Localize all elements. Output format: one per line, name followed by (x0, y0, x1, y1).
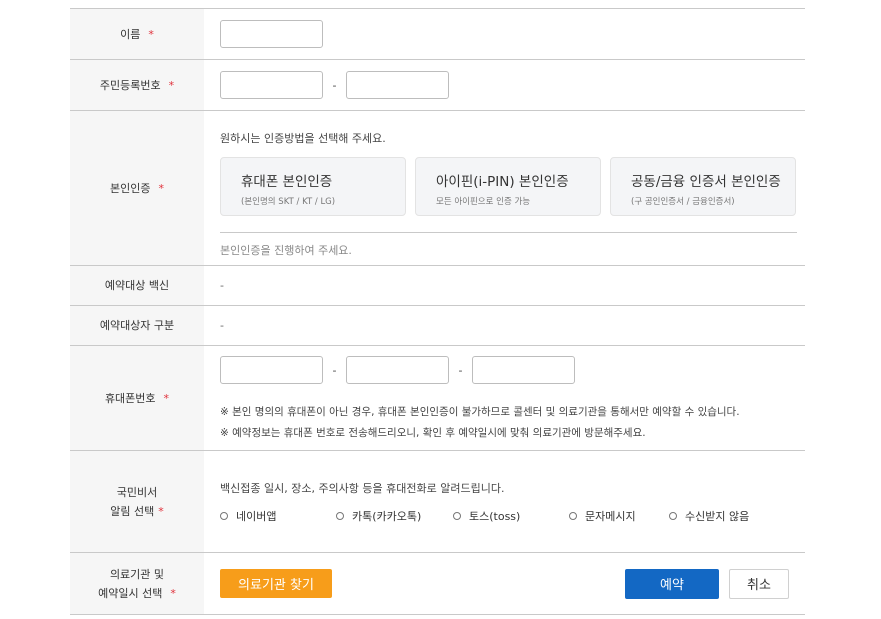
radio-toss[interactable]: 토스(toss) (453, 508, 569, 524)
required-mark: * (170, 586, 176, 600)
radio-circle-icon (220, 511, 228, 520)
phone-label: 휴대폰번호 * (70, 346, 204, 450)
name-input[interactable] (220, 20, 323, 48)
auth-description: 원하시는 인증방법을 선택해 주세요. (220, 132, 386, 145)
radio-circle-icon (336, 511, 344, 520)
certificate-auth-card[interactable]: 공동/금융 인증서 본인인증 (구 공인인증서 / 금융인증서) (610, 157, 796, 216)
phone-part2-input[interactable] (346, 356, 449, 384)
auth-label: 본인인증 * (70, 111, 204, 265)
target-type-label: 예약대상자 구분 (70, 306, 204, 345)
find-hospital-button[interactable]: 의료기관 찾기 (220, 569, 332, 598)
auth-row: 본인인증 * 원하시는 인증방법을 선택해 주세요. 휴대폰 본인인증 (본인명의… (70, 111, 805, 266)
hospital-row: 의료기관 및 예약일시 선택 * 의료기관 찾기 예약 취소 (70, 553, 805, 615)
required-mark: * (168, 78, 175, 92)
required-mark: * (163, 391, 170, 405)
vaccine-row: 예약대상 백신 - (70, 266, 805, 306)
alert-options: 네이버앱 카톡(카카오톡) 토스(toss) 문자메시지 수신받지 않음 (220, 508, 805, 524)
radio-circle-icon (569, 511, 577, 520)
auth-options: 휴대폰 본인인증 (본인명의 SKT / KT / LG) 아이핀(i-PIN)… (220, 157, 797, 216)
hospital-label: 의료기관 및 예약일시 선택 * (70, 553, 204, 614)
rrn-back-input[interactable] (346, 71, 449, 99)
radio-sms[interactable]: 문자메시지 (569, 508, 669, 524)
rrn-row: 주민등록번호 * - (70, 60, 805, 111)
target-type-value: - (220, 319, 224, 332)
radio-no-receive[interactable]: 수신받지 않음 (669, 508, 789, 524)
name-label: 이름 * (70, 9, 204, 59)
target-type-row: 예약대상자 구분 - (70, 306, 805, 346)
name-row: 이름 * (70, 9, 805, 60)
vaccine-value: - (220, 279, 224, 292)
alert-label: 국민비서 알림 선택 * (70, 451, 204, 552)
required-mark: * (158, 504, 164, 518)
radio-kakaotalk[interactable]: 카톡(카카오톡) (336, 508, 453, 524)
ipin-auth-card[interactable]: 아이핀(i-PIN) 본인인증 모든 아이핀으로 인증 가능 (415, 157, 601, 216)
cancel-button[interactable]: 취소 (729, 568, 789, 599)
phone-part1-input[interactable] (220, 356, 323, 384)
phone-auth-card[interactable]: 휴대폰 본인인증 (본인명의 SKT / KT / LG) (220, 157, 406, 216)
required-mark: * (158, 181, 164, 195)
phone-part3-input[interactable] (472, 356, 575, 384)
vaccine-label: 예약대상 백신 (70, 266, 204, 305)
phone-separator: - (332, 363, 337, 377)
phone-notes: ※ 본인 명의의 휴대폰이 아닌 경우, 휴대폰 본인인증이 불가하므로 콜센터… (220, 402, 805, 444)
phone-separator: - (458, 363, 463, 377)
phone-row: 휴대폰번호 * - - ※ 본인 명의의 휴대폰이 아닌 경우, 휴대폰 본인인증… (70, 346, 805, 451)
required-mark: * (148, 27, 154, 41)
reservation-form: 이름 * 주민등록번호 * - 본인인증 * 원하시는 인증방법을 선택해 주세요. (70, 8, 805, 615)
phone-note: ※ 예약정보는 휴대폰 번호로 전송해드리오니, 확인 후 예약일시에 맞춰 의… (220, 427, 646, 439)
phone-note: ※ 본인 명의의 휴대폰이 아닌 경우, 휴대폰 본인인증이 불가하므로 콜센터… (220, 406, 740, 418)
alert-row: 국민비서 알림 선택 * 백신접종 일시, 장소, 주의사항 등을 휴대전화로 알… (70, 451, 805, 553)
rrn-front-input[interactable] (220, 71, 323, 99)
radio-circle-icon (669, 511, 677, 520)
radio-circle-icon (453, 511, 461, 520)
rrn-label: 주민등록번호 * (70, 60, 204, 110)
reserve-button[interactable]: 예약 (625, 568, 719, 599)
radio-naver-app[interactable]: 네이버앱 (220, 508, 336, 524)
rrn-separator: - (332, 78, 337, 92)
alert-description: 백신접종 일시, 장소, 주의사항 등을 휴대전화로 알려드립니다. (220, 481, 505, 495)
